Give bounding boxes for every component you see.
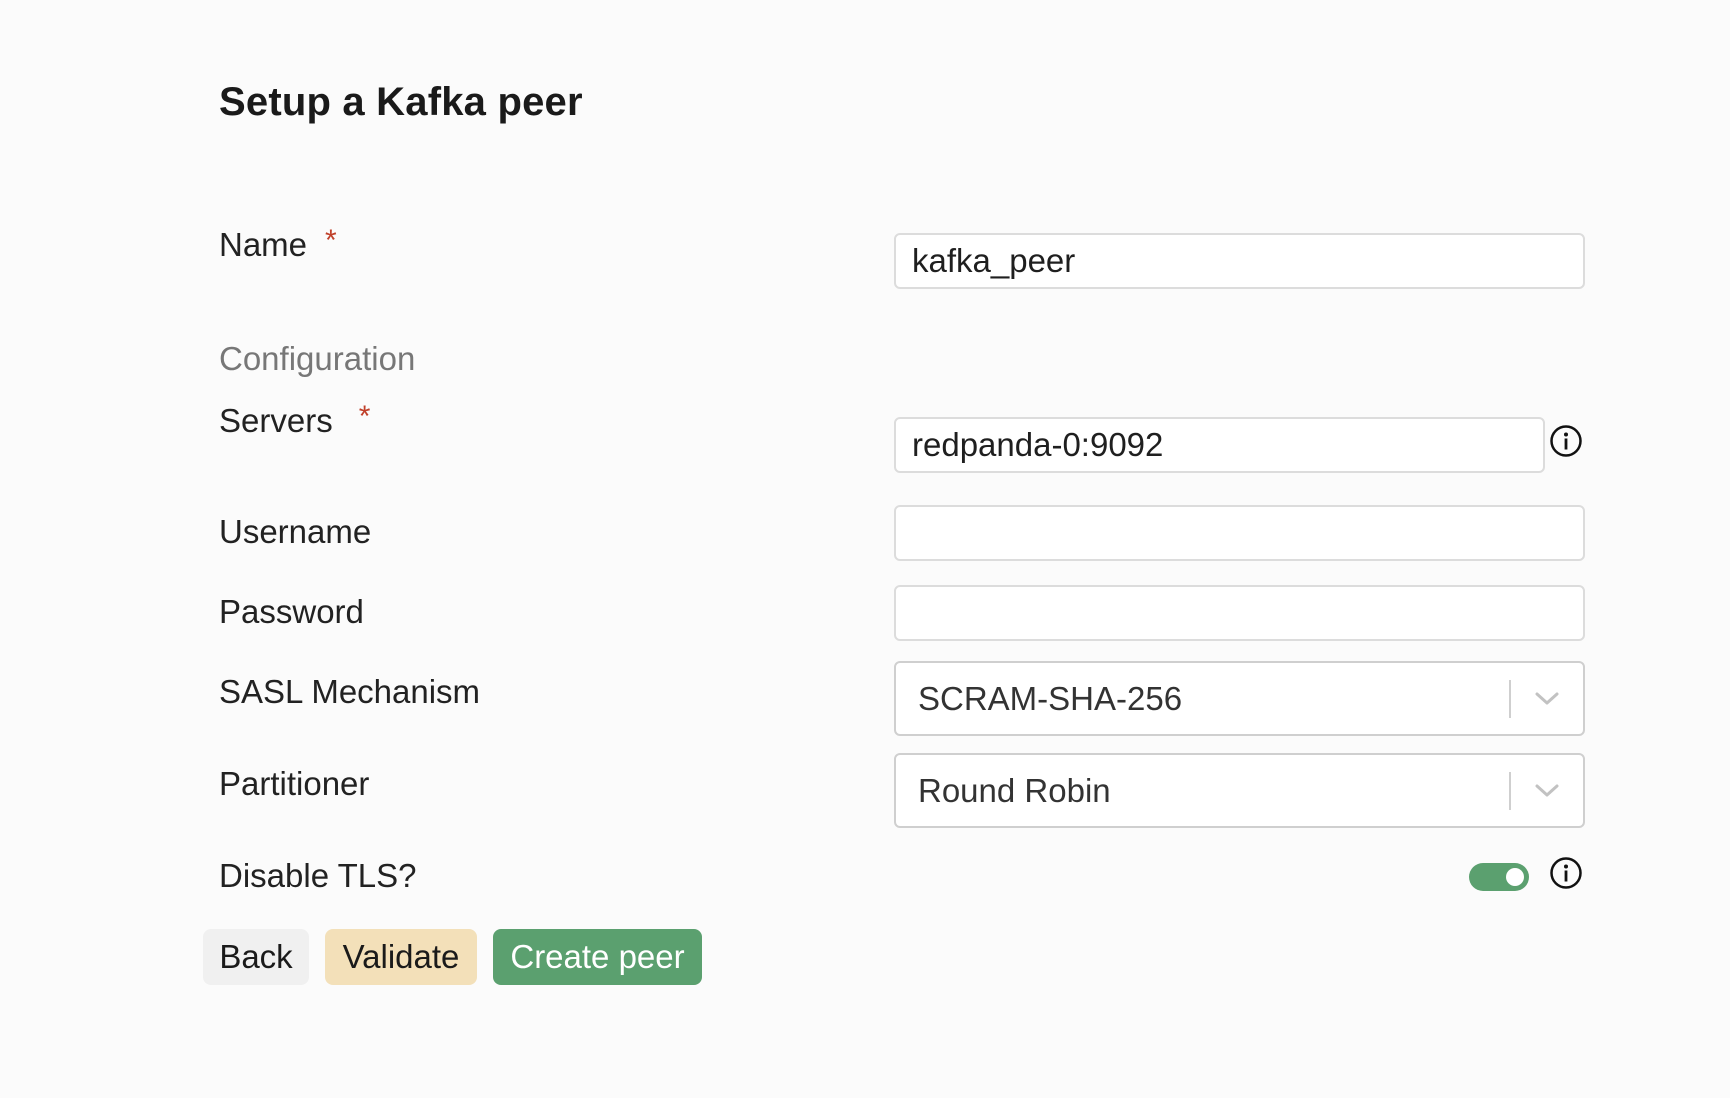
chevron-down-icon bbox=[1535, 784, 1559, 796]
create-peer-button[interactable]: Create peer bbox=[493, 929, 702, 985]
password-input[interactable] bbox=[894, 585, 1585, 641]
validate-button[interactable]: Validate bbox=[325, 929, 477, 985]
partitioner-dropdown-toggle[interactable] bbox=[1511, 754, 1583, 827]
username-label: Username bbox=[219, 513, 372, 550]
name-label: Name * bbox=[219, 224, 337, 264]
page-title: Setup a Kafka peer bbox=[219, 80, 583, 124]
username-input[interactable] bbox=[894, 505, 1585, 561]
disable-tls-info-icon[interactable] bbox=[1549, 856, 1583, 890]
partitioner-select[interactable]: Round Robin bbox=[894, 753, 1585, 828]
servers-input[interactable] bbox=[894, 417, 1545, 473]
servers-required-mark: * bbox=[358, 400, 371, 433]
sasl-mechanism-select[interactable]: SCRAM-SHA-256 bbox=[894, 661, 1585, 736]
partitioner-label: Partitioner bbox=[219, 765, 370, 802]
configuration-section-label: Configuration bbox=[219, 340, 416, 377]
sasl-mechanism-selected-value: SCRAM-SHA-256 bbox=[918, 679, 1183, 717]
disable-tls-label: Disable TLS? bbox=[219, 857, 417, 894]
disable-tls-toggle[interactable] bbox=[1469, 863, 1529, 891]
sasl-mechanism-label: SASL Mechanism bbox=[219, 673, 481, 710]
back-button[interactable]: Back bbox=[203, 929, 309, 985]
chevron-down-icon bbox=[1535, 692, 1559, 704]
setup-kafka-peer-page: Setup a Kafka peer Name * Configuration S… bbox=[0, 0, 1730, 1098]
name-required-mark: * bbox=[325, 224, 337, 257]
servers-label-text: Servers bbox=[219, 402, 333, 439]
servers-label: Servers * bbox=[219, 400, 370, 440]
name-input[interactable] bbox=[894, 233, 1585, 289]
partitioner-selected-value: Round Robin bbox=[918, 771, 1111, 809]
sasl-mechanism-dropdown-toggle[interactable] bbox=[1511, 662, 1583, 735]
servers-info-icon[interactable] bbox=[1549, 424, 1583, 458]
toggle-knob bbox=[1506, 868, 1524, 886]
name-label-text: Name bbox=[219, 226, 308, 263]
password-label: Password bbox=[219, 593, 364, 630]
